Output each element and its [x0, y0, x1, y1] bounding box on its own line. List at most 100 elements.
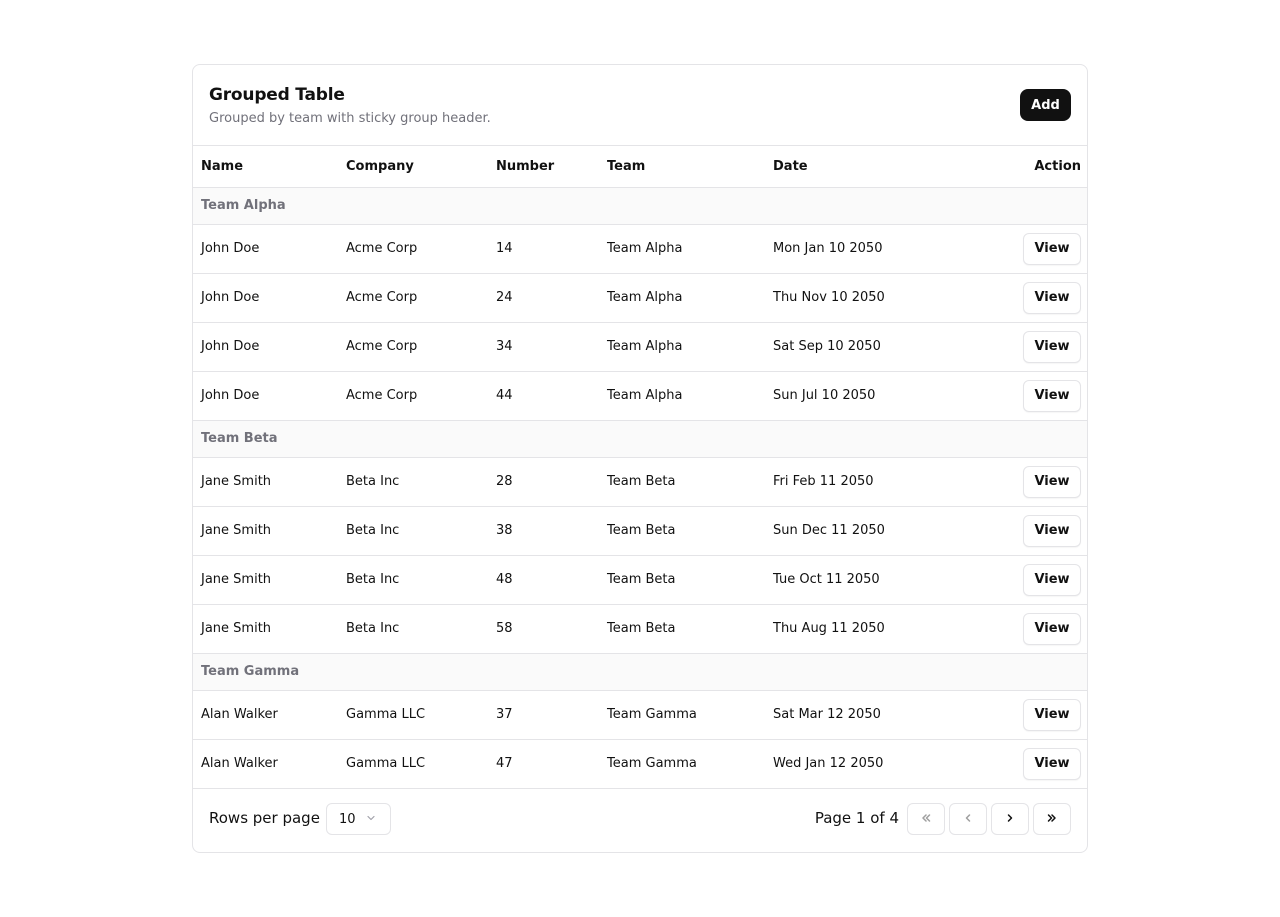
- add-button[interactable]: Add: [1020, 89, 1071, 121]
- view-button[interactable]: View: [1023, 232, 1081, 265]
- cell-date: Thu Aug 11 2050: [765, 604, 945, 654]
- column-header-number[interactable]: Number: [488, 146, 599, 188]
- table-footer: Rows per page 10 Page 1 of 4: [193, 787, 1087, 852]
- cell-company: Beta Inc: [338, 457, 488, 507]
- chevron-left-icon: [961, 810, 975, 829]
- cell-number: 34: [488, 322, 599, 372]
- cell-team: Team Beta: [599, 555, 765, 605]
- chevrons-left-icon: [919, 810, 933, 829]
- cell-name: Jane Smith: [193, 457, 338, 507]
- cell-name: Jane Smith: [193, 506, 338, 556]
- rows-per-page-value: 10: [339, 811, 356, 827]
- cell-company: Beta Inc: [338, 555, 488, 605]
- chevrons-right-icon: [1045, 810, 1059, 829]
- cell-company: Acme Corp: [338, 322, 488, 372]
- cell-action: View: [945, 690, 1087, 740]
- next-page-button[interactable]: [991, 803, 1029, 835]
- cell-number: 48: [488, 555, 599, 605]
- cell-date: Wed Jan 12 2050: [765, 739, 945, 789]
- table-row: John Doe Acme Corp 44 Team Alpha Sun Jul…: [193, 371, 1087, 421]
- rows-per-page-label: Rows per page: [209, 809, 320, 827]
- cell-action: View: [945, 604, 1087, 654]
- table-row: Alan Walker Gamma LLC 47 Team Gamma Wed …: [193, 739, 1087, 789]
- cell-name: Alan Walker: [193, 690, 338, 740]
- cell-date: Fri Feb 11 2050: [765, 457, 945, 507]
- cell-name: John Doe: [193, 273, 338, 323]
- page-indicator: Page 1 of 4: [814, 809, 899, 827]
- column-header-date[interactable]: Date: [765, 146, 945, 188]
- chevron-right-icon: [1003, 810, 1017, 829]
- table-row: John Doe Acme Corp 14 Team Alpha Mon Jan…: [193, 224, 1087, 274]
- cell-team: Team Beta: [599, 604, 765, 654]
- table-row: John Doe Acme Corp 34 Team Alpha Sat Sep…: [193, 322, 1087, 372]
- cell-action: View: [945, 224, 1087, 274]
- cell-action: View: [945, 457, 1087, 507]
- cell-date: Thu Nov 10 2050: [765, 273, 945, 323]
- cell-action: View: [945, 555, 1087, 605]
- group-header-label: Team Gamma: [193, 653, 1087, 691]
- table-row: Jane Smith Beta Inc 48 Team Beta Tue Oct…: [193, 555, 1087, 605]
- column-header-action: Action: [945, 146, 1087, 188]
- view-button[interactable]: View: [1023, 281, 1081, 314]
- cell-team: Team Alpha: [599, 322, 765, 372]
- cell-team: Team Alpha: [599, 273, 765, 323]
- cell-team: Team Gamma: [599, 739, 765, 789]
- cell-action: View: [945, 506, 1087, 556]
- table-row: Jane Smith Beta Inc 28 Team Beta Fri Feb…: [193, 457, 1087, 507]
- cell-date: Sat Sep 10 2050: [765, 322, 945, 372]
- view-button[interactable]: View: [1023, 698, 1081, 731]
- cell-company: Beta Inc: [338, 506, 488, 556]
- cell-action: View: [945, 739, 1087, 789]
- card-title: Grouped Table: [209, 85, 345, 105]
- cell-name: John Doe: [193, 371, 338, 421]
- cell-number: 37: [488, 690, 599, 740]
- group-header-row: Team Gamma: [193, 653, 1087, 691]
- column-header-name[interactable]: Name: [193, 146, 338, 188]
- cell-date: Sat Mar 12 2050: [765, 690, 945, 740]
- table-row: John Doe Acme Corp 24 Team Alpha Thu Nov…: [193, 273, 1087, 323]
- previous-page-button[interactable]: [949, 803, 987, 835]
- group-header-label: Team Beta: [193, 420, 1087, 458]
- last-page-button[interactable]: [1033, 803, 1071, 835]
- cell-name: Jane Smith: [193, 604, 338, 654]
- group-header-row: Team Beta: [193, 420, 1087, 458]
- cell-action: View: [945, 371, 1087, 421]
- cell-name: Alan Walker: [193, 739, 338, 789]
- card-subtitle: Grouped by team with sticky group header…: [209, 111, 491, 126]
- cell-number: 58: [488, 604, 599, 654]
- column-header-team[interactable]: Team: [599, 146, 765, 188]
- cell-number: 28: [488, 457, 599, 507]
- table-row: Jane Smith Beta Inc 58 Team Beta Thu Aug…: [193, 604, 1087, 654]
- column-header-company[interactable]: Company: [338, 146, 488, 188]
- chevron-down-icon: [365, 812, 377, 824]
- cell-action: View: [945, 273, 1087, 323]
- cell-number: 14: [488, 224, 599, 274]
- cell-date: Sun Dec 11 2050: [765, 506, 945, 556]
- cell-team: Team Beta: [599, 457, 765, 507]
- view-button[interactable]: View: [1023, 330, 1081, 363]
- table-body: Team Alpha John Doe Acme Corp 14 Team Al…: [193, 187, 1087, 789]
- cell-number: 38: [488, 506, 599, 556]
- first-page-button[interactable]: [907, 803, 945, 835]
- cell-name: Jane Smith: [193, 555, 338, 605]
- view-button[interactable]: View: [1023, 612, 1081, 645]
- cell-date: Tue Oct 11 2050: [765, 555, 945, 605]
- cell-company: Beta Inc: [338, 604, 488, 654]
- view-button[interactable]: View: [1023, 465, 1081, 498]
- view-button[interactable]: View: [1023, 563, 1081, 596]
- table-row: Alan Walker Gamma LLC 37 Team Gamma Sat …: [193, 690, 1087, 740]
- view-button[interactable]: View: [1023, 747, 1081, 780]
- cell-team: Team Alpha: [599, 224, 765, 274]
- cell-team: Team Alpha: [599, 371, 765, 421]
- cell-date: Mon Jan 10 2050: [765, 224, 945, 274]
- cell-company: Acme Corp: [338, 273, 488, 323]
- rows-per-page-select[interactable]: 10: [326, 803, 391, 835]
- cell-number: 44: [488, 371, 599, 421]
- cell-name: John Doe: [193, 224, 338, 274]
- cell-company: Acme Corp: [338, 224, 488, 274]
- group-header-label: Team Alpha: [193, 187, 1087, 225]
- view-button[interactable]: View: [1023, 514, 1081, 547]
- cell-company: Acme Corp: [338, 371, 488, 421]
- table-header-row: Name Company Number Team Date Action: [193, 146, 1087, 188]
- view-button[interactable]: View: [1023, 379, 1081, 412]
